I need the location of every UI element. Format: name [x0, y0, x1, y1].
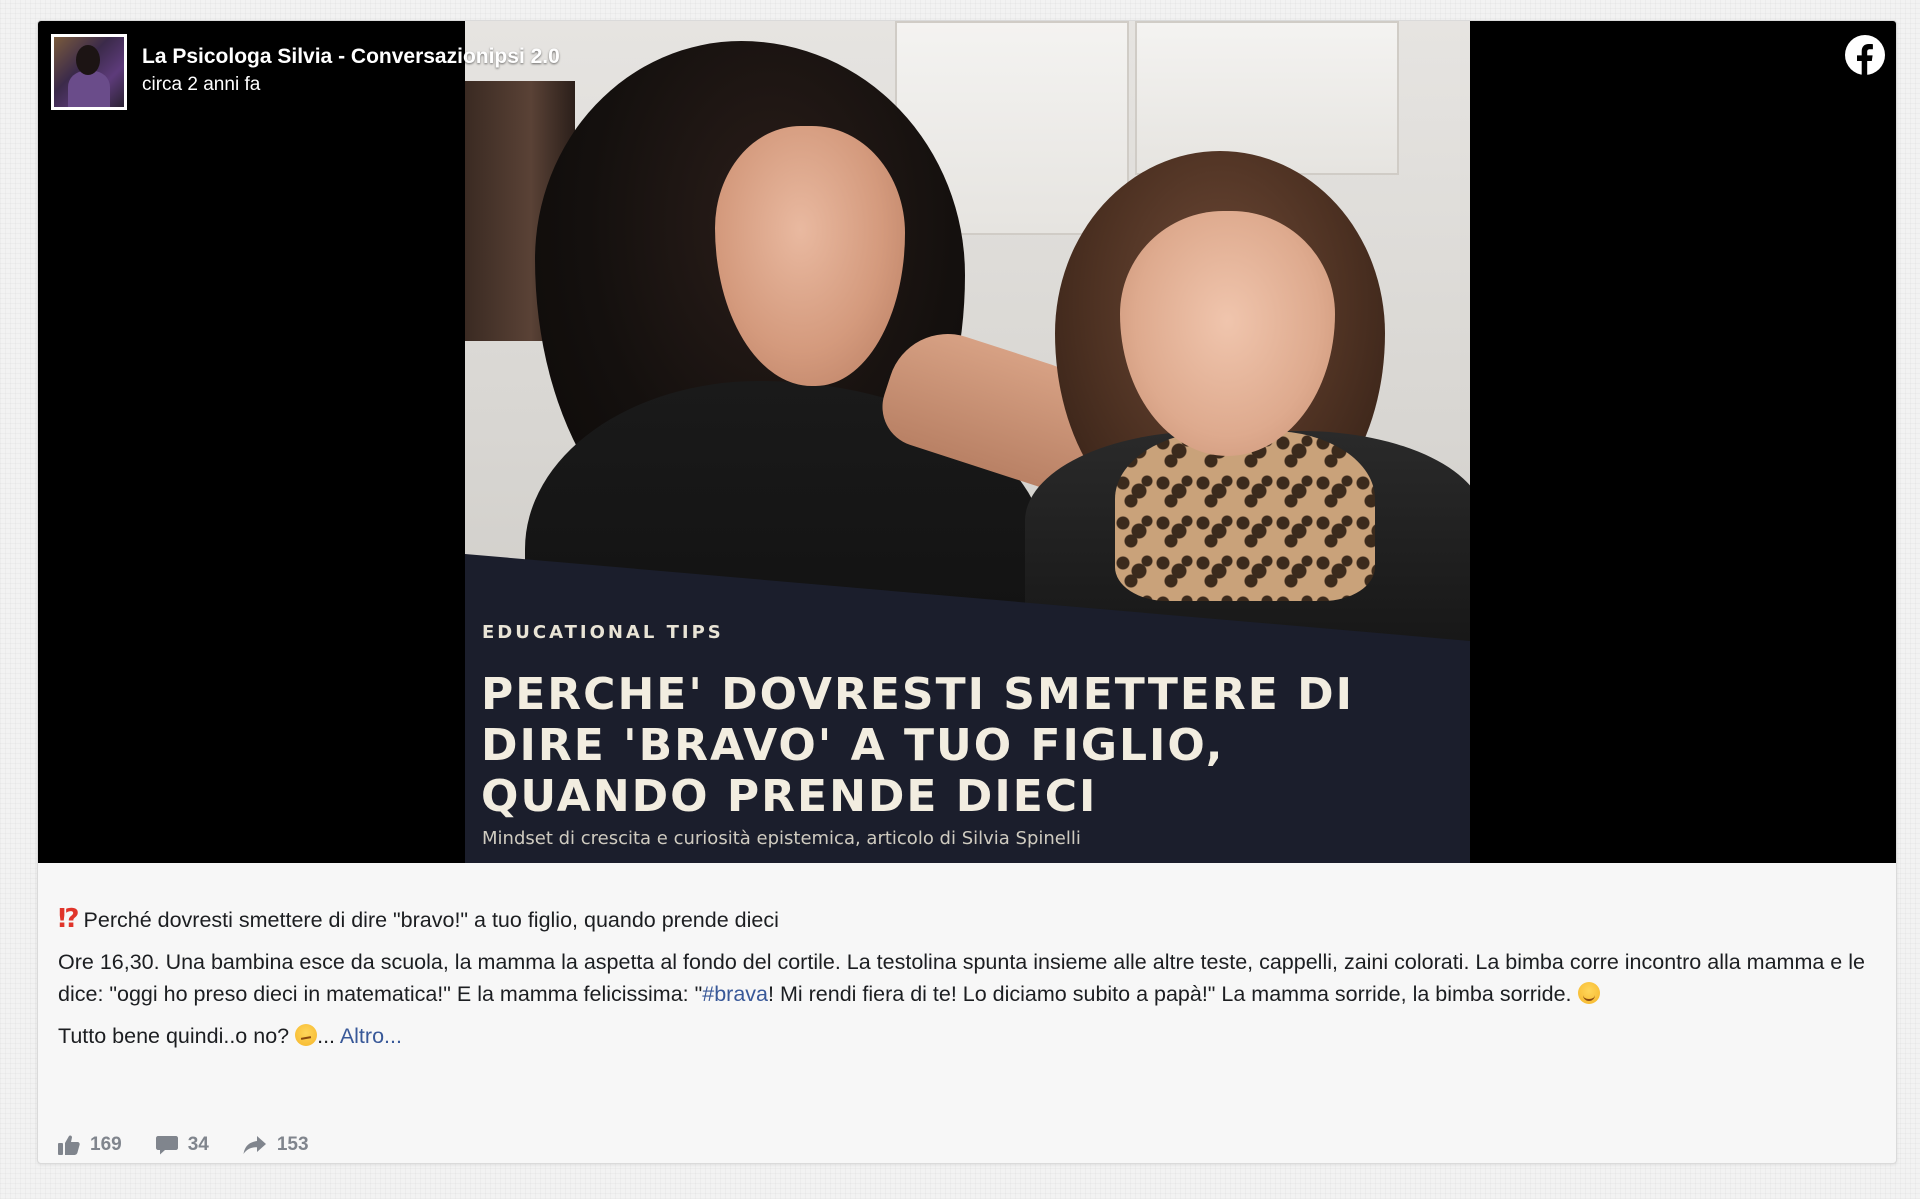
post-headline-text: Perché dovresti smettere di dire "bravo!…	[83, 908, 779, 932]
comments-count: 34	[187, 1134, 209, 1155]
post-paragraph-2: Tutto bene quindi..o no? ... Altro...	[58, 1020, 1878, 1052]
post-text: ⁉ Perché dovresti smettere di dire "bravo…	[58, 903, 1878, 1062]
comment-bubble-icon	[155, 1136, 178, 1155]
post-card: EDUCATIONAL TIPS PERCHE' DOVRESTI SMETTE…	[37, 20, 1897, 1164]
shares-count: 153	[276, 1134, 309, 1155]
see-more-link[interactable]: Altro...	[340, 1024, 402, 1048]
smiling-face-emoji-icon	[1577, 982, 1600, 1004]
avatar-figure-head	[76, 45, 100, 75]
thumbs-up-icon	[58, 1135, 80, 1155]
ellipsis-text: ...	[317, 1024, 336, 1048]
paragraph-text: ! Mi rendi fiera di te! Lo diciamo subit…	[768, 982, 1572, 1006]
poster-headline: PERCHE' DOVRESTI SMETTERE DI DIRE 'BRAVO…	[481, 669, 1355, 822]
daughter-leopard-top	[1115, 431, 1375, 601]
avatar-figure-body	[68, 71, 110, 107]
author-name[interactable]: La Psicologa Silvia - Conversazionipsi 2…	[142, 45, 560, 69]
post-paragraph-1: Ore 16,30. Una bambina esce da scuola, l…	[58, 946, 1878, 1010]
poster-subline: Mindset di crescita e curiosità epistemi…	[482, 828, 1081, 849]
author-avatar[interactable]	[51, 34, 127, 110]
post-stats: 169 34 153	[58, 1134, 343, 1156]
background-cabinet	[1135, 21, 1399, 175]
thinking-face-emoji-icon	[295, 1024, 318, 1046]
shares-stat[interactable]: 153	[243, 1134, 309, 1156]
hashtag-link[interactable]: #brava	[702, 982, 768, 1006]
paragraph-text: Tutto bene quindi..o no?	[58, 1024, 290, 1048]
post-image[interactable]: EDUCATIONAL TIPS PERCHE' DOVRESTI SMETTE…	[465, 21, 1470, 863]
likes-stat[interactable]: 169	[58, 1134, 122, 1156]
likes-count: 169	[90, 1134, 122, 1155]
comments-stat[interactable]: 34	[155, 1134, 209, 1156]
post-headline-line: ⁉ Perché dovresti smettere di dire "bravo…	[58, 903, 1878, 936]
poster-kicker: EDUCATIONAL TIPS	[482, 622, 724, 643]
share-arrow-icon	[243, 1136, 266, 1154]
facebook-logo-icon[interactable]	[1844, 34, 1886, 76]
interrobang-emoji-icon: ⁉	[58, 904, 80, 934]
post-timestamp[interactable]: circa 2 anni fa	[142, 74, 260, 96]
post-media[interactable]: EDUCATIONAL TIPS PERCHE' DOVRESTI SMETTE…	[38, 21, 1896, 863]
